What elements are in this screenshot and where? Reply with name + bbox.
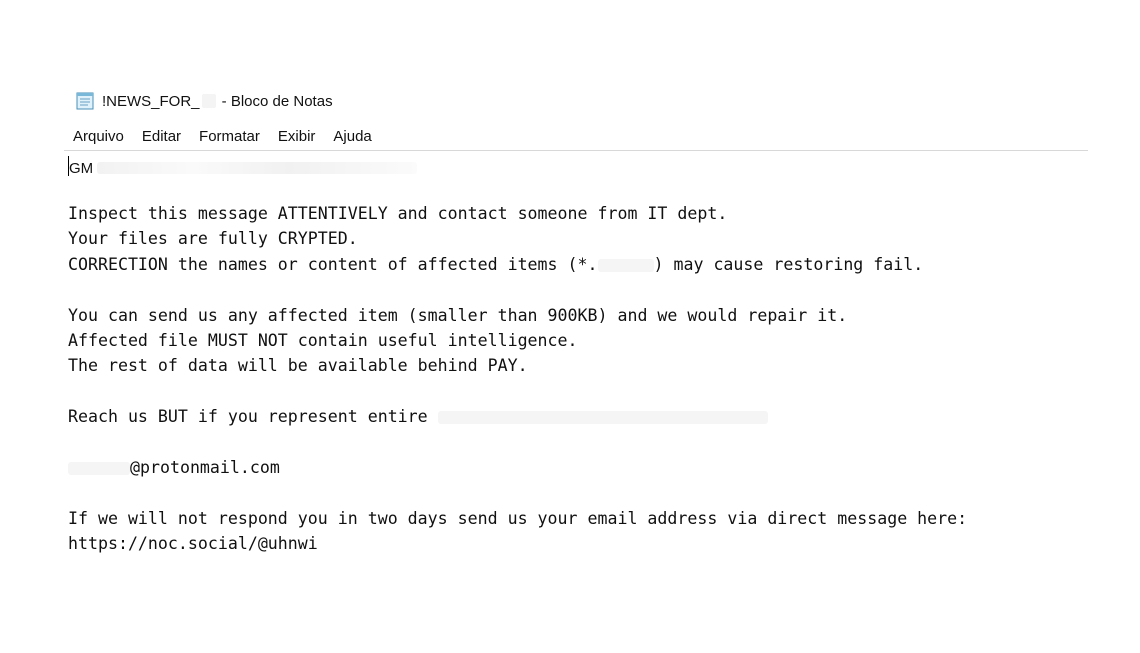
- title-bar: !NEWS_FOR_ - Bloco de Notas: [74, 88, 333, 114]
- first-line-redacted: GM: [69, 157, 418, 179]
- first-line-prefix: GM: [69, 159, 94, 177]
- note-line-4: You can send us any affected item (small…: [68, 306, 848, 325]
- note-line-2: Your files are fully CRYPTED.: [68, 229, 358, 248]
- note-line-3-start: CORRECTION the names or content of affec…: [68, 255, 598, 274]
- notepad-icon: [74, 91, 96, 111]
- note-line-7: Reach us BUT if you represent entire: [68, 405, 768, 429]
- redacted-title-segment: [201, 94, 216, 108]
- contact-email-domain: @protonmail.com: [130, 458, 280, 477]
- menu-arquivo[interactable]: Arquivo: [64, 125, 133, 149]
- menu-divider: [64, 150, 1088, 151]
- notepad-window: !NEWS_FOR_ - Bloco de Notas Arquivo Edit…: [0, 0, 1140, 653]
- redacted-email-user: [68, 462, 130, 475]
- contact-url: https://noc.social/@uhnwi: [68, 534, 318, 553]
- note-line-3-end: ) may cause restoring fail.: [653, 255, 924, 274]
- menu-bar: Arquivo Editar Formatar Exibir Ajuda: [64, 125, 381, 149]
- window-title-prefix: !NEWS_FOR_: [102, 92, 200, 110]
- note-line-7-text: Reach us BUT if you represent entire: [68, 407, 438, 426]
- note-line-8: @protonmail.com: [68, 456, 280, 480]
- menu-formatar[interactable]: Formatar: [190, 125, 269, 149]
- menu-editar[interactable]: Editar: [133, 125, 190, 149]
- note-line-1: Inspect this message ATTENTIVELY and con…: [68, 204, 728, 223]
- redacted-id-strip: [97, 162, 418, 174]
- text-editor-area[interactable]: GM Inspect this message ATTENTIVELY and …: [64, 152, 1094, 592]
- note-line-9: If we will not respond you in two days s…: [68, 509, 968, 528]
- redacted-extension: [597, 259, 654, 272]
- redacted-organization: [437, 411, 768, 424]
- window-title-suffix: - Bloco de Notas: [217, 92, 333, 110]
- menu-exibir[interactable]: Exibir: [269, 125, 325, 149]
- note-line-6: The rest of data will be available behin…: [68, 356, 528, 375]
- note-line-3: CORRECTION the names or content of affec…: [68, 253, 923, 277]
- menu-ajuda[interactable]: Ajuda: [324, 125, 380, 149]
- note-line-5: Affected file MUST NOT contain useful in…: [68, 331, 578, 350]
